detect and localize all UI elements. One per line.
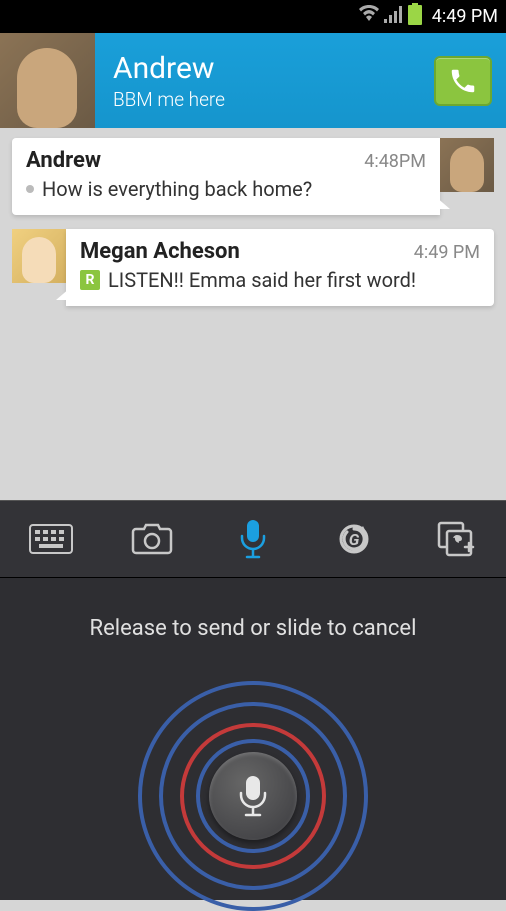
camera-button[interactable]	[122, 509, 182, 569]
header-avatar[interactable]	[0, 33, 95, 128]
refresh-icon: G	[335, 520, 373, 558]
chat-area: Andrew 4:48PM How is everything back hom…	[0, 128, 506, 330]
voice-record-button[interactable]	[209, 752, 297, 840]
message-bubble[interactable]: Andrew 4:48PM How is everything back hom…	[12, 138, 494, 215]
microphone-icon	[236, 773, 270, 819]
attach-icon	[435, 519, 475, 559]
phone-icon	[448, 66, 478, 96]
message-text: How is everything back home?	[42, 177, 312, 201]
microphone-button[interactable]	[223, 509, 283, 569]
voice-hint: Release to send or slide to cancel	[90, 616, 417, 641]
message-time: 4:48PM	[364, 151, 426, 172]
keyboard-button[interactable]	[21, 509, 81, 569]
input-toolbar: G	[0, 500, 506, 578]
message-sender: Andrew	[26, 148, 101, 173]
voice-panel: Release to send or slide to cancel	[0, 578, 506, 900]
message-text: LISTEN!! Emma said her first word!	[108, 268, 416, 292]
microphone-icon	[238, 518, 268, 560]
glympse-button[interactable]: G	[324, 509, 384, 569]
message-time: 4:49 PM	[414, 242, 480, 263]
status-bar: 4:49 PM	[0, 0, 506, 33]
message-bubble[interactable]: Megan Acheson 4:49 PM R LISTEN!! Emma sa…	[12, 229, 494, 306]
read-badge-icon: R	[80, 270, 100, 290]
dot-icon	[26, 185, 34, 193]
battery-icon	[408, 3, 422, 30]
svg-text:G: G	[349, 530, 360, 549]
header-text: Andrew BBM me here	[95, 51, 434, 111]
contact-status: BBM me here	[113, 88, 434, 111]
camera-icon	[131, 522, 173, 556]
chat-header: Andrew BBM me here	[0, 33, 506, 128]
message-sender: Megan Acheson	[80, 239, 240, 264]
message-avatar[interactable]	[12, 229, 66, 283]
contact-name: Andrew	[113, 51, 434, 86]
call-button[interactable]	[434, 56, 492, 106]
keyboard-icon	[29, 524, 73, 554]
mic-rings	[138, 691, 368, 900]
wifi-icon	[358, 5, 380, 28]
status-time: 4:49 PM	[432, 6, 498, 27]
attach-button[interactable]	[425, 509, 485, 569]
signal-icon	[384, 5, 404, 28]
message-avatar[interactable]	[440, 138, 494, 192]
